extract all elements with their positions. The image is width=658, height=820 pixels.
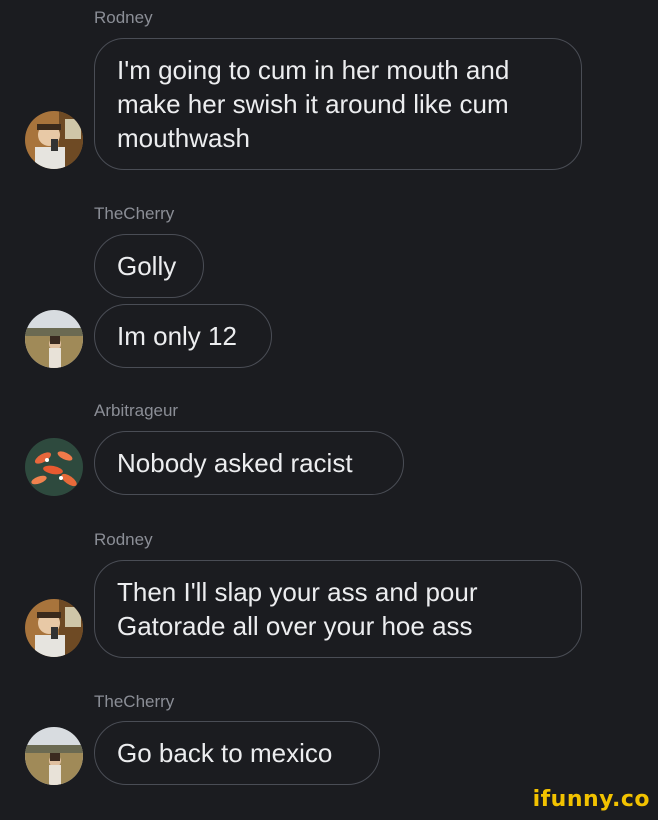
message-bubble[interactable]: Nobody asked racist (94, 431, 404, 495)
author-name: Arbitrageur (94, 401, 179, 420)
avatar-thecherry[interactable] (25, 727, 83, 785)
avatar-rodney[interactable] (25, 599, 83, 657)
author-name: TheCherry (94, 204, 175, 223)
author-name: TheCherry (94, 692, 175, 711)
avatar-image (25, 727, 83, 785)
avatar-image (25, 599, 83, 657)
ifunny-watermark: ifunny.co (532, 787, 650, 812)
author-name: Rodney (94, 530, 153, 549)
avatar-thecherry[interactable] (25, 310, 83, 368)
avatar-arbitrageur[interactable] (25, 438, 83, 496)
avatar-image (25, 310, 83, 368)
avatar-image (25, 111, 83, 169)
message-bubble[interactable]: I'm going to cum in her mouth and make h… (94, 38, 582, 170)
message-bubble[interactable]: Golly (94, 234, 204, 298)
message-bubble[interactable]: Then I'll slap your ass and pour Gatorad… (94, 560, 582, 658)
message-bubble[interactable]: Go back to mexico (94, 721, 380, 785)
avatar-image (25, 438, 83, 496)
message-bubble[interactable]: Im only 12 (94, 304, 272, 368)
author-name: Rodney (94, 8, 153, 27)
avatar-rodney[interactable] (25, 111, 83, 169)
